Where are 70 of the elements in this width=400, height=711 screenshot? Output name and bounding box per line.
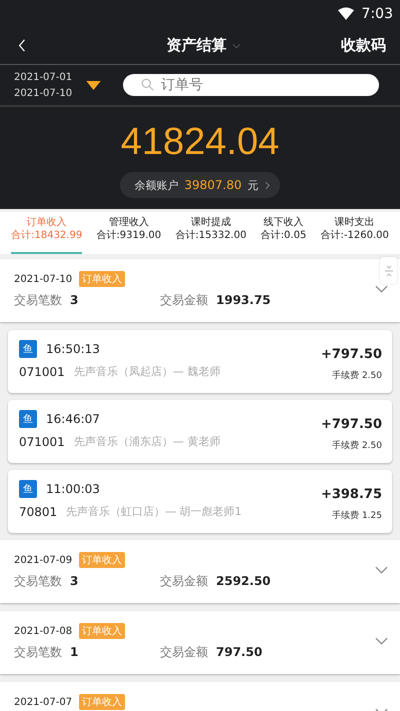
fee-text: 手续费 1.25 [332,510,382,522]
count-value: 3 [70,574,80,588]
store-teacher: 先声音乐（凤起店）— 魏老师 [74,364,220,379]
payment-code-link[interactable]: 收款码 [341,36,386,55]
date-label: 2021-07-07 [14,696,72,708]
transaction-time: 11:00:03 [46,482,100,496]
date-label: 2021-07-09 [14,554,72,566]
back-icon[interactable] [18,39,26,52]
amount-value: 1993.75 [216,293,271,307]
transaction-amount: +797.50 [320,417,382,432]
tab[interactable]: 管理收入 合计:9319.00 [96,212,162,254]
date-from[interactable]: 2021-07-01 [14,72,72,82]
balance-amount: 39807.80 [184,178,242,192]
transaction-amount: +797.50 [320,347,382,362]
page-title: 资产结算 [166,36,226,55]
transaction-card[interactable]: 鱼 16:50:13 071001 先声音乐（凤起店）— 魏老师 +797.50 手续费 2.50 [8,330,392,393]
fish-badge: 鱼 [19,480,37,498]
balance-unit: 元 [248,178,259,192]
tab[interactable]: 课时支出 合计:-1260.00 [320,212,389,254]
count-label: 交易笔数 [14,292,62,309]
date-label: 2021-07-10 [14,274,72,284]
transaction-card[interactable]: 鱼 11:00:03 70801 先声音乐（虹口店）— 胡一彪老师1 +398.75 手续费 1.25 [8,470,392,533]
order-code: 70801 [19,504,58,518]
balance-label: 余额账户 [134,178,178,192]
store-teacher: 先声音乐（虹口店）— 胡一彪老师1 [66,504,242,519]
search-icon [141,78,154,91]
fish-badge: 鱼 [19,340,37,358]
status-time: 7:03 [362,6,393,22]
fish-badge: 鱼 [19,410,37,428]
transaction-time: 16:50:13 [46,342,100,356]
count-label: 交易笔数 [14,573,62,590]
day-summary-card[interactable]: 2021-07-07 订单收入 [0,682,400,711]
day-summary-card[interactable]: 2021-07-10 订单收入 交易笔数 3 交易金额 1993.75 [0,259,400,322]
chevron-icon[interactable] [375,637,388,645]
type-tag: 订单收入 [79,271,126,287]
amount-label: 交易金额 [160,573,208,590]
amount-label: 交易金额 [160,644,208,661]
transaction-card[interactable]: 鱼 16:46:07 071001 先声音乐（浦东店）— 黄老师 +797.50 手续费 2.50 [8,400,392,463]
caret-icon[interactable] [232,42,240,48]
count-label: 交易笔数 [14,644,62,661]
count-value: 1 [70,645,80,659]
type-tag: 订单收入 [79,623,126,639]
count-value: 3 [70,293,80,307]
type-tag: 订单收入 [79,552,126,568]
type-tag: 订单收入 [79,694,126,710]
wifi-icon [338,7,354,20]
day-summary-card[interactable]: 2021-07-09 订单收入 交易笔数 3 交易金额 2592.50 [0,540,400,603]
amount-value: 797.50 [216,645,262,659]
fee-text: 手续费 2.50 [332,370,382,382]
dropdown-icon[interactable] [86,80,102,90]
order-code: 071001 [19,364,65,378]
total-amount: 41824.04 [120,121,280,164]
order-code: 071001 [19,434,65,448]
date-to[interactable]: 2021-07-10 [14,88,72,98]
search-field[interactable]: 订单号 [123,74,380,96]
amount-label: 交易金额 [160,292,208,309]
amount-value: 2592.50 [216,574,271,588]
balance-pill[interactable]: 余额账户 39807.80 元 [120,172,280,198]
chevron-icon[interactable] [375,566,388,574]
day-summary-card[interactable]: 2021-07-08 订单收入 交易笔数 1 交易金额 797.50 [0,611,400,674]
date-label: 2021-07-08 [14,626,72,636]
drag-handle-icon[interactable] [380,257,397,284]
transaction-amount: +398.75 [320,487,382,502]
transaction-time: 16:46:07 [46,412,100,426]
tab[interactable]: 线下收入 合计:0.05 [260,212,306,254]
chevron-icon [264,180,270,190]
fee-text: 手续费 2.50 [332,440,382,452]
store-teacher: 先声音乐（浦东店）— 黄老师 [74,434,220,449]
chevron-icon[interactable] [375,285,388,293]
tab[interactable]: 课时提成 合计:15332.00 [175,212,246,254]
